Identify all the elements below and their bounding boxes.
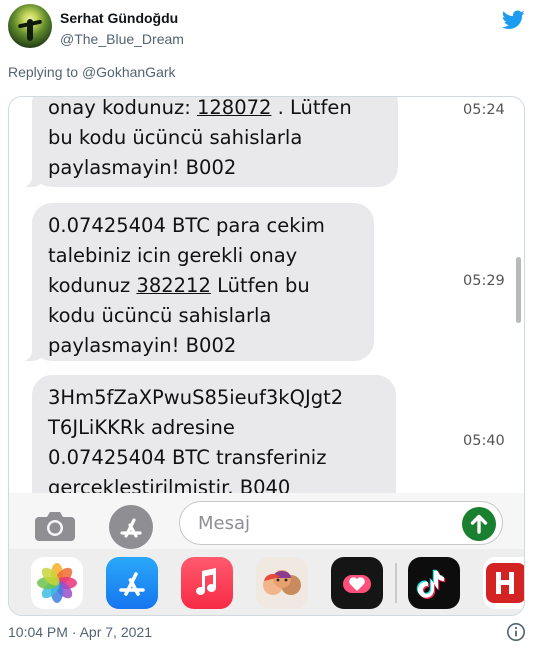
send-button[interactable] xyxy=(462,507,496,541)
app-drawer-button[interactable] xyxy=(109,505,153,549)
message-time: 05:24 xyxy=(463,102,505,118)
avatar[interactable] xyxy=(8,4,52,48)
message-time: 05:29 xyxy=(463,273,505,289)
photos-app-icon[interactable] xyxy=(31,557,83,609)
message-line: onay kodunuz: 128072 . Lütfen xyxy=(48,97,352,119)
message-bubble: onay kodunuz: 128072 . Lütfen bu kodu üc… xyxy=(18,97,398,187)
otp-code: 128072 xyxy=(196,97,272,119)
tweet-timestamp[interactable]: 10:04 PM · Apr 7, 2021 xyxy=(8,624,152,640)
camera-icon[interactable] xyxy=(33,511,77,541)
imessage-app-strip xyxy=(9,549,524,615)
info-icon[interactable] xyxy=(506,622,526,642)
screenshot-image[interactable]: onay kodunuz: 128072 . Lütfen bu kodu üc… xyxy=(8,96,525,616)
hotels-app-icon[interactable] xyxy=(483,557,524,609)
tiktok-app-icon[interactable] xyxy=(408,557,460,609)
send-arrow-icon xyxy=(470,514,488,534)
message-line: 0.07425404 BTC transferiniz xyxy=(48,446,327,469)
message-line: 0.07425404 BTC para cekim xyxy=(48,214,325,237)
twitter-bird-icon[interactable] xyxy=(502,10,525,30)
app-store-icon xyxy=(120,518,142,538)
message-time: 05:40 xyxy=(463,433,505,449)
message-line: T6JLiKKRk adresine xyxy=(48,416,235,439)
message-line: paylasmayin! B002 xyxy=(48,334,237,357)
composer-bar: Mesaj xyxy=(9,493,524,549)
app-strip-divider xyxy=(395,563,397,603)
replying-to: Replying to @GokhanGark xyxy=(8,64,176,80)
fitness-app-icon[interactable] xyxy=(331,557,383,609)
message-placeholder: Mesaj xyxy=(198,513,251,534)
message-line: talebiniz icin gerekli onay xyxy=(48,244,298,267)
replying-prefix: Replying to xyxy=(8,64,82,80)
display-name[interactable]: Serhat Gündoğdu xyxy=(60,10,178,26)
otp-code: 382212 xyxy=(136,274,211,297)
memoji-app-icon[interactable] xyxy=(256,557,308,609)
message-line: gerceklestirilmistir. B040 xyxy=(48,476,291,493)
message-thread: onay kodunuz: 128072 . Lütfen bu kodu üc… xyxy=(9,97,524,493)
music-app-icon[interactable] xyxy=(181,557,233,609)
message-input[interactable]: Mesaj xyxy=(179,501,503,545)
message-bubble: 0.07425404 BTC para cekim talebiniz icin… xyxy=(18,203,374,361)
message-line: kodu ücüncü sahislarla xyxy=(48,304,272,327)
tweet: Serhat Gündoğdu @The_Blue_Dream Replying… xyxy=(0,0,533,654)
app-store-app-icon[interactable] xyxy=(106,557,158,609)
scrollbar[interactable] xyxy=(516,257,521,323)
message-line: kodunuz 382212 Lütfen bu xyxy=(48,274,310,297)
message-line: 3Hm5fZaXPwuS85ieuf3kQJgt2 xyxy=(48,386,344,409)
message-line: paylasmayin! B002 xyxy=(48,156,237,179)
message-bubble: 3Hm5fZaXPwuS85ieuf3kQJgt2 T6JLiKKRk adre… xyxy=(32,375,396,493)
user-handle[interactable]: @The_Blue_Dream xyxy=(60,31,184,47)
message-line: bu kodu ücüncü sahislarla xyxy=(48,126,303,149)
replying-to-link[interactable]: @GokhanGark xyxy=(82,64,176,80)
